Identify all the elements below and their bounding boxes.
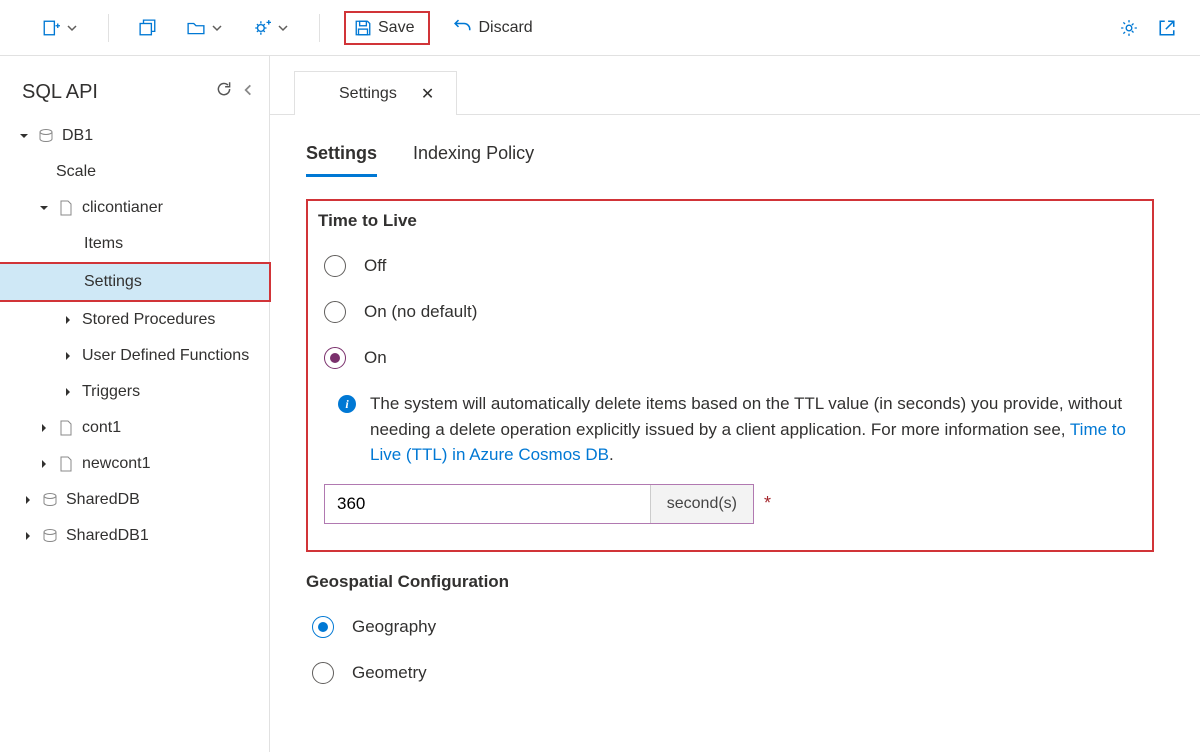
database-icon [38,128,54,144]
caret-right-icon [22,494,34,506]
tree-cont1[interactable]: cont1 [0,410,269,446]
tree-settings[interactable]: Settings [0,264,269,300]
ttl-info: i The system will automatically delete i… [318,381,1136,484]
subtab-settings[interactable]: Settings [306,143,377,177]
info-icon: i [338,395,356,413]
api-title: SQL API [22,81,98,104]
folder-plus-icon [187,19,205,37]
caret-right-icon [62,350,74,362]
ttl-info-text: The system will automatically delete ite… [370,394,1122,439]
discard-button[interactable]: Discard [448,15,538,41]
tree-container[interactable]: clicontianer [0,190,269,226]
save-button[interactable]: Save [344,11,430,45]
discard-label: Discard [478,19,532,37]
toolbar-separator [108,14,109,42]
radio-icon [312,616,334,638]
radio-icon [312,662,334,684]
new-sql-icon [42,19,60,37]
ttl-radio-off[interactable]: Off [318,243,1136,289]
doc-tab-title: Settings [339,85,397,103]
gear-icon[interactable] [1120,19,1138,37]
caret-right-icon [38,422,50,434]
new-item-button[interactable] [181,15,229,41]
ttl-value-input[interactable] [325,485,650,523]
tree-scale[interactable]: Scale [0,154,269,190]
document-icon [58,200,74,216]
tree-db1[interactable]: DB1 [0,118,269,154]
popout-icon[interactable] [1158,19,1176,37]
database-icon [42,528,58,544]
radio-icon [324,255,346,277]
database-icon [42,492,58,508]
new-container-button[interactable] [133,15,163,41]
ttl-title: Time to Live [318,211,1136,231]
gear-plus-icon [253,19,271,37]
geo-radio-geometry[interactable]: Geometry [306,650,1164,696]
ttl-radio-on-nodefault[interactable]: On (no default) [318,289,1136,335]
save-icon [354,19,372,37]
ttl-section: Time to Live Off On (no default) On i Th… [306,199,1154,552]
radio-icon [324,301,346,323]
undo-icon [454,19,472,37]
close-tab-icon[interactable]: ✕ [421,84,434,104]
geo-title: Geospatial Configuration [306,572,1164,592]
tree-newcont1[interactable]: newcont1 [0,446,269,482]
refresh-icon[interactable] [215,80,233,104]
settings-dropdown-button[interactable] [247,15,295,41]
radio-icon [324,347,346,369]
caret-right-icon [22,530,34,542]
sidebar: SQL API DB1 Scale clicontianer Items Set… [0,56,270,752]
save-label: Save [378,19,414,37]
tree-shareddb[interactable]: SharedDB [0,482,269,518]
subtab-indexing[interactable]: Indexing Policy [413,143,534,177]
collapse-icon[interactable] [241,80,255,104]
tree-items[interactable]: Items [0,226,269,262]
tree-stored-procs[interactable]: Stored Procedures [0,302,269,338]
chevron-down-icon [211,22,223,34]
chevron-down-icon [66,22,78,34]
chevron-down-icon [277,22,289,34]
geo-radio-geography[interactable]: Geography [306,604,1164,650]
toolbar-separator [319,14,320,42]
caret-right-icon [38,458,50,470]
toolbar: Save Discard [0,0,1200,56]
new-sql-button[interactable] [36,15,84,41]
tree-shareddb1[interactable]: SharedDB1 [0,518,269,554]
caret-right-icon [62,314,74,326]
required-star-icon: * [764,493,771,514]
ttl-unit-label: second(s) [650,485,753,523]
caret-down-icon [38,202,50,214]
caret-right-icon [62,386,74,398]
ttl-radio-on[interactable]: On [318,335,1136,381]
tree-triggers[interactable]: Triggers [0,374,269,410]
stack-icon [139,19,157,37]
document-icon [58,456,74,472]
content-area: Settings ✕ Settings Indexing Policy Time… [270,56,1200,752]
tree-udf[interactable]: User Defined Functions [0,338,269,374]
doc-tab-settings[interactable]: Settings ✕ [294,71,457,115]
document-icon [58,420,74,436]
caret-down-icon [18,130,30,142]
ttl-input-group: second(s) [324,484,754,524]
